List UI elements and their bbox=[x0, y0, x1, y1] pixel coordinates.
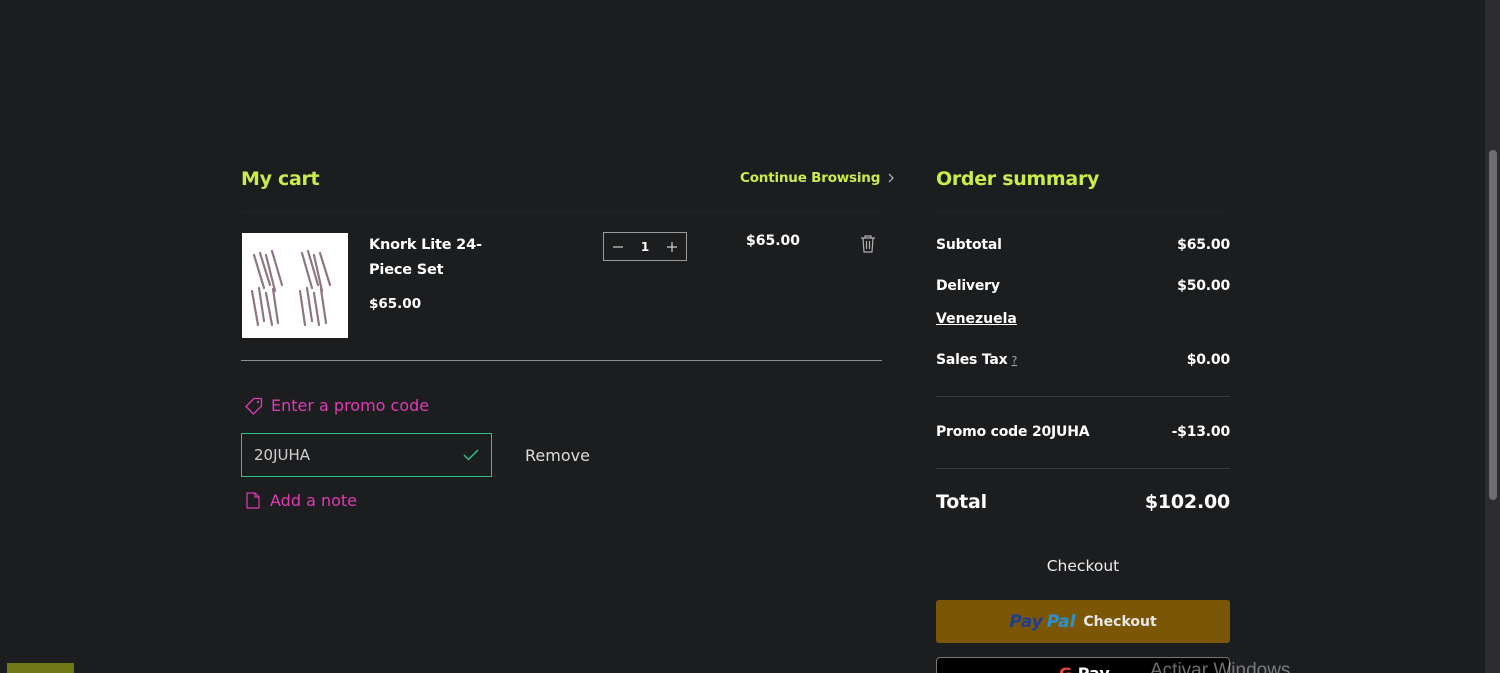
subtotal-label: Subtotal bbox=[936, 237, 1002, 253]
summary-divider bbox=[936, 396, 1230, 397]
delivery-location-link[interactable]: Venezuela bbox=[936, 311, 1017, 327]
delivery-value: $50.00 bbox=[1177, 278, 1230, 294]
promo-link-label: Enter a promo code bbox=[271, 396, 430, 415]
note-icon bbox=[246, 492, 260, 509]
windows-activation-watermark: Activar Windows bbox=[1150, 660, 1291, 673]
add-note-link[interactable]: Add a note bbox=[246, 491, 357, 510]
enter-promo-code-link[interactable]: Enter a promo code bbox=[245, 396, 429, 415]
paypal-checkout-label: Checkout bbox=[1083, 613, 1157, 630]
product-image[interactable] bbox=[242, 233, 348, 338]
trash-icon bbox=[861, 235, 875, 253]
promo-discount-row: Promo code 20JUHA -$13.00 bbox=[936, 424, 1230, 440]
quantity-value[interactable]: 1 bbox=[641, 240, 649, 254]
order-summary-title: Order summary bbox=[936, 168, 1100, 190]
summary-header-divider bbox=[936, 211, 1230, 212]
promo-discount-value: -$13.00 bbox=[1171, 424, 1231, 440]
cart-divider bbox=[241, 360, 882, 361]
summary-divider bbox=[936, 468, 1230, 469]
sales-tax-label: Sales Tax bbox=[936, 352, 1008, 368]
sales-tax-row: Sales Tax? $0.00 bbox=[936, 352, 1230, 368]
total-label: Total bbox=[936, 491, 987, 513]
subtotal-row: Subtotal $65.00 bbox=[936, 237, 1230, 253]
google-pay-label: Pay bbox=[1078, 664, 1110, 673]
continue-browsing-link[interactable]: Continue Browsing bbox=[740, 170, 896, 186]
continue-browsing-label: Continue Browsing bbox=[740, 170, 881, 186]
product-price: $65.00 bbox=[369, 296, 422, 312]
delivery-row: Delivery $50.00 bbox=[936, 278, 1230, 294]
remove-promo-button[interactable]: Remove bbox=[525, 446, 590, 465]
checkout-button[interactable]: Checkout bbox=[936, 551, 1230, 581]
minus-icon bbox=[613, 245, 623, 248]
paypal-logo-pal: Pal bbox=[1046, 611, 1076, 632]
delivery-label: Delivery bbox=[936, 278, 1000, 294]
google-logo-g: G bbox=[1059, 664, 1072, 673]
subtotal-value: $65.00 bbox=[1177, 237, 1230, 253]
quantity-stepper: 1 bbox=[603, 232, 687, 261]
add-note-label: Add a note bbox=[270, 491, 357, 510]
promo-code-value: 20JUHA bbox=[254, 446, 311, 464]
increase-quantity-button[interactable] bbox=[664, 239, 680, 255]
scrollbar-thumb[interactable] bbox=[1489, 150, 1497, 500]
decrease-quantity-button[interactable] bbox=[610, 239, 626, 255]
paypal-checkout-button[interactable]: Pay Pal Checkout bbox=[936, 600, 1230, 643]
paypal-logo-pay: Pay bbox=[1009, 611, 1043, 632]
cart-title: My cart bbox=[241, 168, 320, 190]
remove-item-button[interactable] bbox=[859, 234, 877, 254]
sales-tax-help-link[interactable]: ? bbox=[1011, 354, 1017, 367]
check-icon bbox=[463, 449, 479, 461]
product-name[interactable]: Knork Lite 24-Piece Set bbox=[369, 233, 509, 283]
cart-header-divider bbox=[241, 211, 882, 212]
line-item-total: $65.00 bbox=[746, 233, 801, 249]
plus-icon bbox=[666, 241, 677, 252]
site-widget-tab[interactable] bbox=[7, 663, 74, 673]
tag-icon bbox=[245, 397, 263, 415]
chevron-right-icon bbox=[888, 173, 895, 183]
total-value: $102.00 bbox=[1144, 491, 1230, 513]
total-row: Total $102.00 bbox=[936, 491, 1230, 513]
sales-tax-value: $0.00 bbox=[1186, 352, 1230, 368]
promo-code-input[interactable]: 20JUHA bbox=[241, 433, 492, 477]
promo-discount-label: Promo code 20JUHA bbox=[936, 424, 1090, 440]
